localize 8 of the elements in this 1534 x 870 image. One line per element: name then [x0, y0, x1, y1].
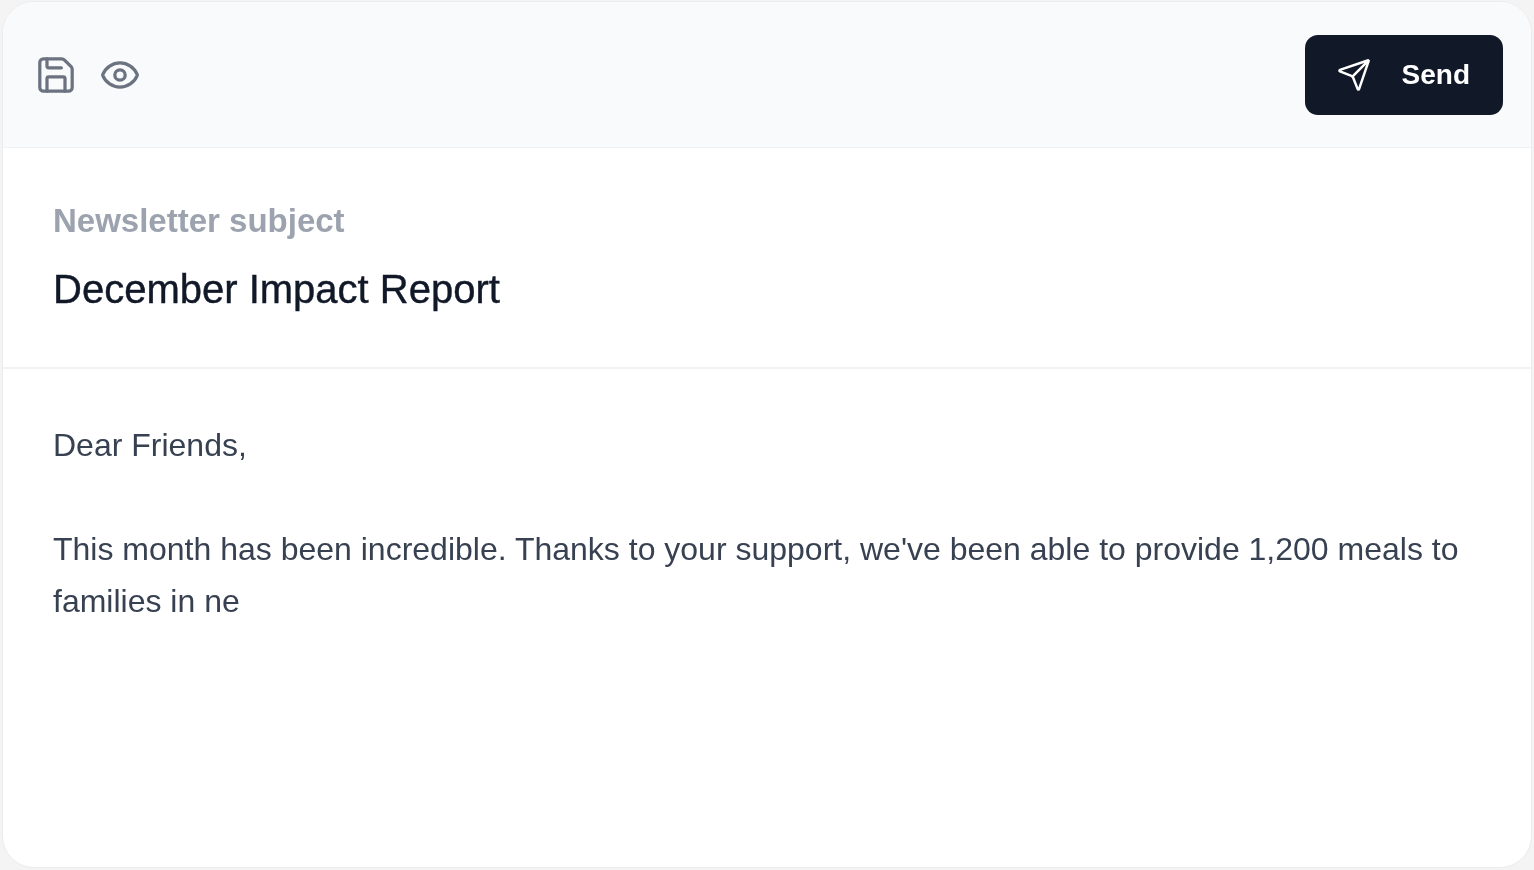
save-button[interactable]	[38, 56, 74, 93]
send-button[interactable]: Send	[1304, 34, 1503, 115]
eye-icon	[101, 60, 139, 89]
preview-button[interactable]	[101, 60, 139, 89]
subject-input[interactable]: December Impact Report	[53, 263, 500, 315]
message-editor[interactable]: Dear Friends, This month has been incredible. Thanks to your support, we've been able to provide 1,200 meals to families in ne	[3, 369, 1531, 867]
subject-label: Newsletter subject	[53, 201, 345, 241]
paper-plane-icon	[1337, 58, 1370, 91]
